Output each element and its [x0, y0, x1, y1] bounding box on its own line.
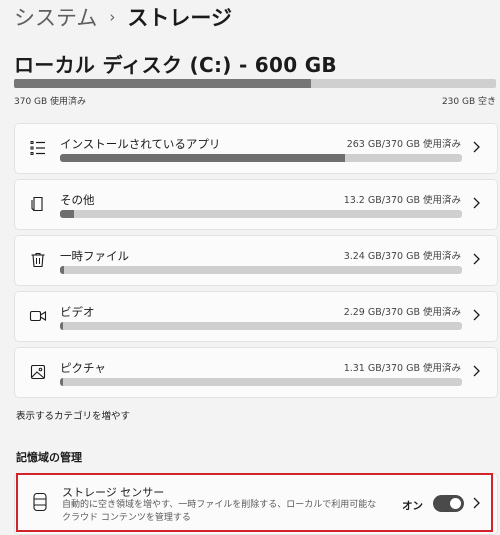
chevron-right-icon: [473, 497, 480, 509]
apps-list-icon: [30, 141, 45, 155]
breadcrumb: システム › ストレージ: [14, 2, 232, 32]
breadcrumb-system-link[interactable]: システム: [14, 2, 97, 32]
category-usage-fill: [60, 378, 64, 386]
drive-usage-bar: [14, 79, 496, 88]
category-usage: 2.29 GB/370 GB 使用済み: [343, 307, 461, 318]
category-usage-bar: [60, 378, 462, 386]
category-usage-bar: [60, 322, 462, 330]
breadcrumb-separator: ›: [109, 8, 116, 26]
page-title: ストレージ: [127, 6, 232, 30]
category-usage-fill: [60, 210, 75, 218]
category-usage-bar: [60, 154, 462, 162]
category-usage-bar: [60, 210, 462, 218]
category-usage: 13.2 GB/370 GB 使用済み: [343, 195, 461, 206]
chevron-right-icon: [473, 197, 480, 209]
trash-icon: [31, 252, 45, 268]
picture-icon: [30, 364, 46, 380]
video-icon: [29, 310, 47, 322]
show-more-categories-link[interactable]: 表示するカテゴリを増やす: [16, 408, 130, 422]
storage-drive-icon: [33, 492, 47, 512]
chevron-right-icon: [473, 309, 480, 321]
category-label: その他: [60, 193, 95, 207]
toggle-knob: [450, 498, 461, 509]
drive-used-label: 370 GB 使用済み: [14, 97, 87, 107]
category-usage: 263 GB/370 GB 使用済み: [346, 139, 461, 150]
chevron-right-icon: [473, 141, 480, 153]
category-usage: 1.31 GB/370 GB 使用済み: [343, 363, 461, 374]
category-card-temp-files[interactable]: 一時ファイル 3.24 GB/370 GB 使用済み: [14, 235, 498, 286]
storage-sense-toggle-label: オン: [402, 500, 423, 512]
category-usage: 3.24 GB/370 GB 使用済み: [343, 251, 461, 262]
category-label: ピクチャ: [60, 361, 106, 375]
storage-sense-card[interactable]: ストレージ センサー 自動的に空き領域を増やす、一時ファイルを削除する、ローカル…: [14, 473, 498, 535]
category-label: ビデオ: [60, 305, 95, 319]
storage-management-heading: 記憶域の管理: [16, 451, 82, 464]
document-icon: [31, 196, 43, 212]
category-usage-bar: [60, 266, 462, 274]
category-label: 一時ファイル: [60, 249, 129, 263]
category-usage-fill: [60, 322, 64, 330]
storage-sense-toggle[interactable]: [433, 495, 464, 512]
drive-usage-fill: [14, 79, 312, 88]
category-usage-fill: [60, 154, 346, 162]
category-card-pictures[interactable]: ピクチャ 1.31 GB/370 GB 使用済み: [14, 347, 498, 398]
category-usage-fill: [60, 266, 64, 274]
category-label: インストールされているアプリ: [60, 137, 221, 151]
category-card-apps[interactable]: インストールされているアプリ 263 GB/370 GB 使用済み: [14, 123, 498, 174]
drive-free-label: 230 GB 空き: [441, 97, 496, 107]
chevron-right-icon: [473, 253, 480, 265]
storage-sense-description: 自動的に空き領域を増やす、一時ファイルを削除する、ローカルで利用可能なクラウド …: [62, 500, 377, 523]
drive-title: ローカル ディスク (C:) - 600 GB: [14, 53, 337, 77]
storage-sense-title: ストレージ センサー: [62, 486, 165, 499]
category-card-other[interactable]: その他 13.2 GB/370 GB 使用済み: [14, 179, 498, 230]
category-card-videos[interactable]: ビデオ 2.29 GB/370 GB 使用済み: [14, 291, 498, 342]
chevron-right-icon: [473, 365, 480, 377]
